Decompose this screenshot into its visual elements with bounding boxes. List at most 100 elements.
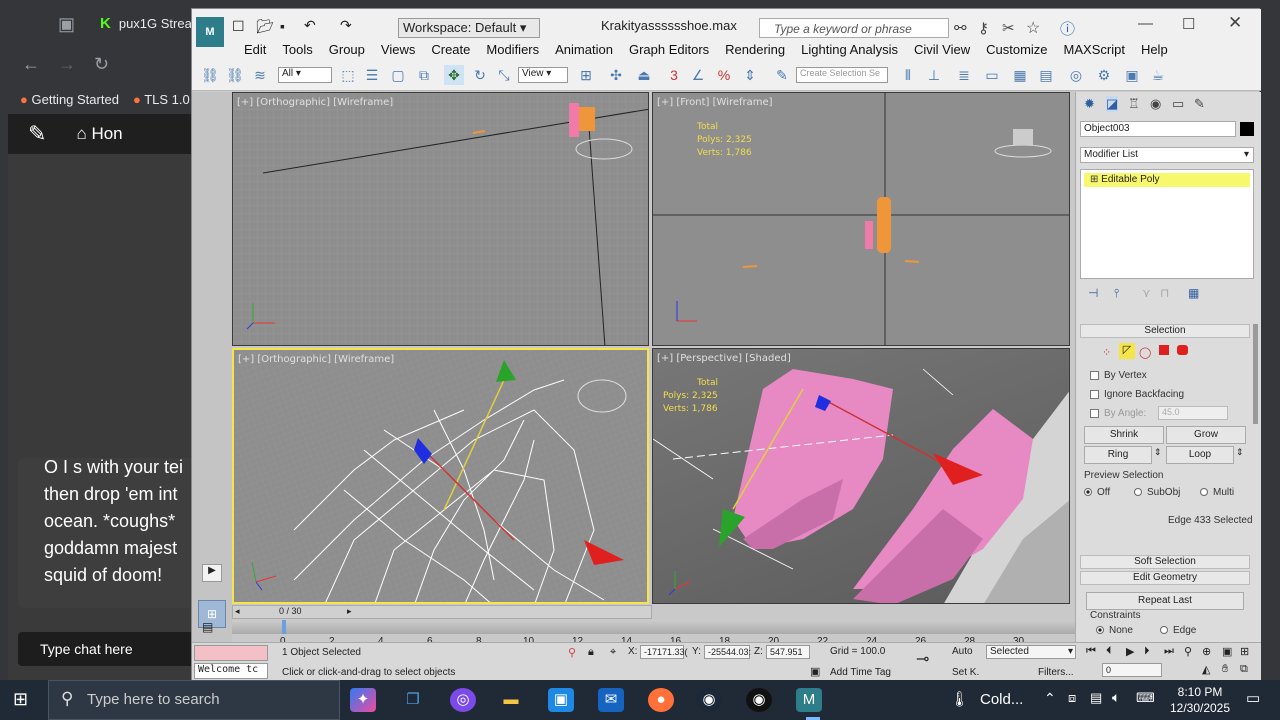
menu-customize[interactable]: Customize xyxy=(978,41,1055,61)
menu-graph-editors[interactable]: Graph Editors xyxy=(621,41,717,61)
set-key-icon[interactable]: ⊸ xyxy=(916,649,929,669)
layer-explorer-icon[interactable]: ≣ xyxy=(954,65,974,85)
bind-spacewarp-icon[interactable]: ≋ xyxy=(250,65,270,85)
viewport-active-orthographic[interactable]: [+] [Orthographic] [Wireframe] xyxy=(232,348,649,604)
taskview-icon[interactable]: ❐ xyxy=(400,688,426,712)
binoculars-icon[interactable]: ⚯ xyxy=(954,19,967,37)
tab-switcher-icon[interactable]: ▣ xyxy=(58,14,75,35)
help-icon[interactable]: ⓘ xyxy=(1060,18,1075,39)
constraint-none-radio[interactable]: None xyxy=(1096,625,1133,636)
vpn-icon[interactable]: ▤ xyxy=(1090,690,1102,706)
network-icon[interactable]: ⧈ xyxy=(1068,690,1076,706)
viewport-front[interactable]: [+] [Front] [Wireframe] Total Polys: 2,3… xyxy=(652,92,1070,346)
vertex-mode-icon[interactable]: ⁘ xyxy=(1102,346,1111,359)
current-frame-field[interactable]: 0 xyxy=(1102,663,1162,677)
field-of-view-icon[interactable]: ◭ xyxy=(1202,663,1210,676)
grow-button[interactable]: Grow xyxy=(1166,426,1246,444)
key-icon[interactable]: ⚷ xyxy=(978,19,989,37)
menu-views[interactable]: Views xyxy=(373,41,423,61)
open-file-icon[interactable]: 📂︎ xyxy=(256,18,274,35)
3dsmax-taskbar-icon[interactable]: M xyxy=(796,688,822,712)
constraint-edge-radio[interactable]: Edge xyxy=(1160,625,1196,636)
undo-icon[interactable]: ↶ xyxy=(304,17,316,34)
menu-maxscript[interactable]: MAXScript xyxy=(1056,41,1133,61)
mirror-icon[interactable]: ⫴ xyxy=(898,65,918,85)
maximize-viewport-icon[interactable]: ⧉ xyxy=(1240,663,1248,676)
loop-button[interactable]: Loop xyxy=(1166,446,1234,464)
maxscript-listener-input[interactable]: Welcome tc xyxy=(194,663,268,679)
goto-start-icon[interactable]: ⏮ xyxy=(1086,645,1096,658)
weather-icon[interactable]: 🌡︎ xyxy=(950,690,969,708)
toggle-ribbon-icon[interactable]: ▭ xyxy=(982,65,1002,85)
ignore-backfacing-checkbox[interactable]: Ignore Backfacing xyxy=(1090,389,1184,400)
utilities-tab-icon[interactable]: ✎ xyxy=(1194,96,1205,112)
chat-input[interactable]: Type chat here xyxy=(18,632,200,666)
schematic-view-icon[interactable]: ▤ xyxy=(1036,65,1056,85)
window-crossing-icon[interactable]: ⧉ xyxy=(414,65,434,85)
app-logo-icon[interactable]: M xyxy=(196,17,224,47)
expand-explorer-icon[interactable]: ▶ xyxy=(202,564,222,582)
edit-geometry-rollout[interactable]: Edit Geometry xyxy=(1080,571,1250,585)
viewport-top-left[interactable]: [+] [Orthographic] [Wireframe] xyxy=(232,92,649,346)
menu-help[interactable]: Help xyxy=(1133,41,1176,61)
bookmark-getting-started[interactable]: ● Getting Started xyxy=(20,92,119,107)
zoom-extents-all-icon[interactable]: ⊞ xyxy=(1240,645,1249,658)
viewport-label[interactable]: [+] [Orthographic] [Wireframe] xyxy=(238,354,394,365)
align-icon[interactable]: ⊥ xyxy=(924,65,944,85)
z-coord-field[interactable]: 547.951 xyxy=(766,645,810,659)
ring-spinner-icon[interactable]: ⇕ xyxy=(1154,447,1162,458)
add-time-tag[interactable]: Add Time Tag xyxy=(830,667,891,678)
keyboard-shortcut-icon[interactable]: ⏏ xyxy=(634,65,654,85)
tools-icon[interactable]: ✂ xyxy=(1002,19,1015,37)
rotate-icon[interactable]: ↻ xyxy=(470,65,490,85)
display-tab-icon[interactable]: ▭ xyxy=(1172,96,1184,112)
key-filter-dropdown[interactable]: Selected ▾ xyxy=(986,645,1076,659)
unlink-icon[interactable]: ⛓ xyxy=(225,65,245,85)
make-unique-icon[interactable]: ⋎ xyxy=(1142,286,1151,300)
object-name-field[interactable]: Object003 xyxy=(1080,121,1236,137)
zoom-all-icon[interactable]: ⊕ xyxy=(1202,645,1211,658)
store-icon[interactable]: ▣ xyxy=(548,688,574,712)
reference-coord-dropdown[interactable]: View ▾ xyxy=(518,67,568,83)
volume-icon[interactable]: 🔈︎ xyxy=(1112,689,1120,706)
menu-group[interactable]: Group xyxy=(321,41,373,61)
goto-end-icon[interactable]: ⏭ xyxy=(1164,645,1174,658)
search-input[interactable]: Type a keyword or phrase xyxy=(759,18,949,38)
prev-key-icon[interactable]: ⏴ xyxy=(1106,645,1112,658)
snaps-toggle-icon[interactable]: 3 xyxy=(664,65,684,85)
menu-rendering[interactable]: Rendering xyxy=(717,41,793,61)
loop-spinner-icon[interactable]: ⇕ xyxy=(1236,447,1244,458)
clock[interactable]: 8:10 PM 12/30/2025 xyxy=(1166,684,1234,716)
polygon-mode-icon[interactable] xyxy=(1159,345,1169,355)
edit-named-selection-icon[interactable]: ✎ xyxy=(772,65,792,85)
render-setup-icon[interactable]: ⚙ xyxy=(1094,65,1114,85)
auto-key-button[interactable]: Auto xyxy=(952,646,973,657)
modifier-list-dropdown[interactable]: Modifier List ▾ xyxy=(1080,147,1254,163)
lock-selection-icon[interactable]: 🔒︎ xyxy=(588,646,594,659)
next-key-icon[interactable]: ⏵ xyxy=(1144,645,1150,658)
tools-icon[interactable]: ✎ xyxy=(28,121,46,147)
reload-icon[interactable]: ↻ xyxy=(94,54,109,75)
bookmark-tls[interactable]: ● TLS 1.0 xyxy=(133,92,190,107)
filters-button[interactable]: Filters... xyxy=(1038,667,1074,678)
menu-animation[interactable]: Animation xyxy=(547,41,621,61)
object-color-swatch[interactable] xyxy=(1240,122,1254,136)
taskbar-search[interactable]: ⚲ Type here to search xyxy=(48,680,340,720)
link-icon[interactable]: ⛓ xyxy=(200,65,220,85)
preview-off-radio[interactable]: Off xyxy=(1084,487,1110,498)
selection-rollout-header[interactable]: Selection xyxy=(1080,324,1250,338)
menu-create[interactable]: Create xyxy=(423,41,478,61)
by-angle-checkbox[interactable]: By Angle: xyxy=(1090,408,1146,419)
back-icon[interactable]: ← xyxy=(22,54,40,75)
windows-start-icon[interactable]: ⊞ xyxy=(13,689,28,710)
new-file-icon[interactable]: ☐ xyxy=(232,18,245,35)
soft-selection-rollout[interactable]: Soft Selection xyxy=(1080,555,1250,569)
viewport-label[interactable]: [+] [Perspective] [Shaded] xyxy=(657,353,791,364)
zoom-icon[interactable]: ⚲ xyxy=(1184,645,1192,658)
named-selection-dropdown[interactable]: Create Selection Se xyxy=(796,67,888,83)
spinner-snap-icon[interactable]: ⇕ xyxy=(740,65,760,85)
stack-item-editable-poly[interactable]: ⊞ Editable Poly xyxy=(1084,173,1250,187)
viewport-label[interactable]: [+] [Orthographic] [Wireframe] xyxy=(237,97,393,108)
minimize-icon[interactable]: — xyxy=(1138,15,1153,32)
repeat-last-button[interactable]: Repeat Last xyxy=(1086,592,1244,610)
